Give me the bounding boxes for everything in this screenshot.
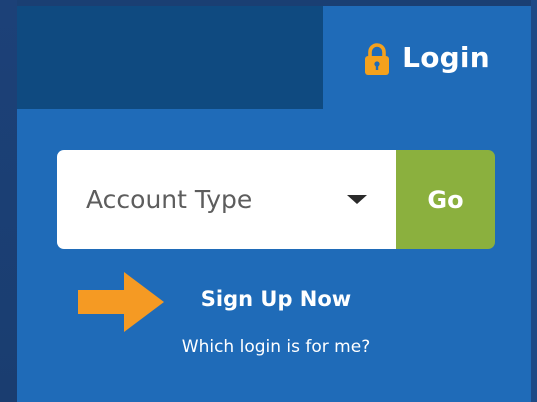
window-frame-right bbox=[531, 0, 537, 402]
sign-up-link[interactable]: Sign Up Now bbox=[171, 287, 381, 311]
account-type-select[interactable]: Account Type bbox=[57, 150, 396, 249]
account-type-placeholder: Account Type bbox=[86, 185, 253, 214]
login-title: Login bbox=[402, 41, 490, 74]
login-tab[interactable]: Login bbox=[323, 6, 531, 109]
arrow-right-icon bbox=[78, 272, 164, 332]
padlock-icon bbox=[365, 42, 390, 75]
which-login-link[interactable]: Which login is for me? bbox=[146, 337, 406, 357]
window-frame-left bbox=[0, 0, 17, 402]
inactive-tab[interactable] bbox=[17, 6, 323, 109]
go-button[interactable]: Go bbox=[396, 150, 495, 249]
chevron-down-icon bbox=[347, 195, 367, 204]
